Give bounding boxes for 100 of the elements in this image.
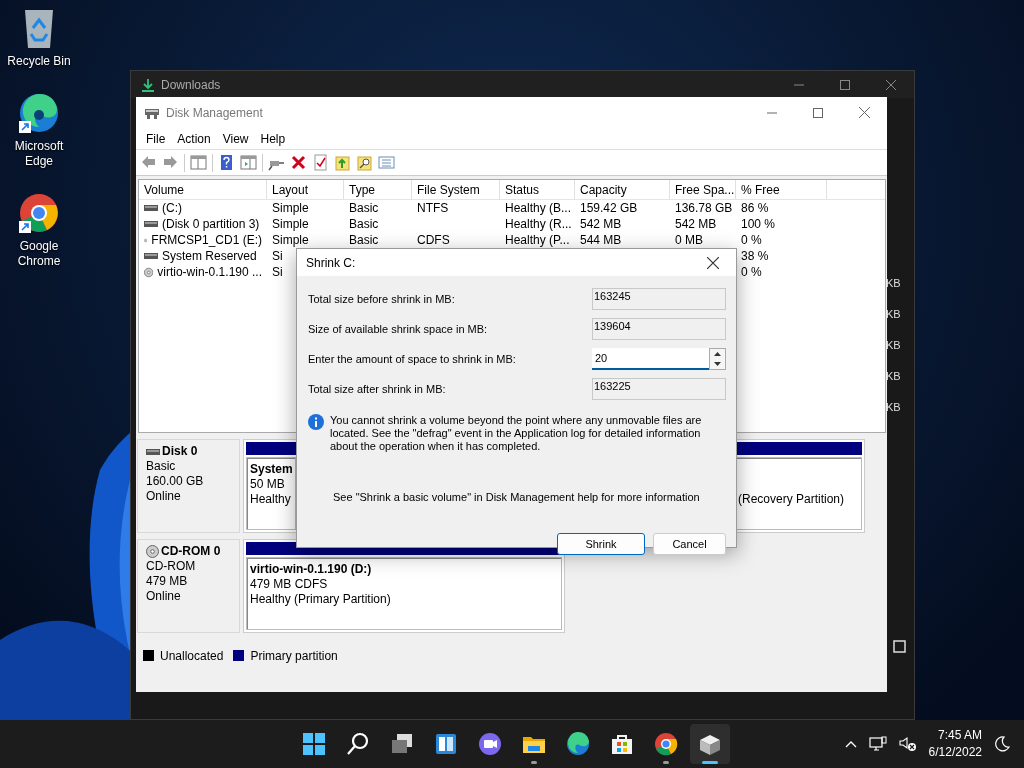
checklist-icon[interactable] [312, 154, 329, 171]
disk-type: Basic [146, 459, 177, 474]
table-cell: 136.78 GB [675, 201, 733, 215]
column-header[interactable]: Layout [267, 180, 344, 199]
disk-size: 160.00 GB [146, 474, 205, 489]
up-folder-icon[interactable] [334, 154, 351, 171]
clock-date[interactable]: 6/12/2022 [928, 744, 982, 761]
maximize-icon[interactable] [813, 107, 823, 118]
table-cell: System Reserved [162, 249, 257, 263]
table-cell: Healthy (P... [505, 233, 570, 247]
chevron-up-icon[interactable] [844, 740, 857, 748]
table-cell: 0 % [741, 265, 762, 279]
pane-icon[interactable] [190, 154, 207, 171]
shrink-button[interactable]: Shrink [557, 533, 645, 555]
view-icon[interactable] [893, 640, 906, 653]
table-cell: 159.42 GB [580, 201, 638, 215]
dialog-title: Shrink C: [306, 255, 356, 270]
partition[interactable]: System 50 MB Healthy [246, 457, 296, 530]
table-cell: 542 MB [675, 217, 717, 231]
partition[interactable]: virtio-win-0.1.190 (D:) 479 MB CDFS Healthy (Primary Partition) [246, 557, 562, 630]
browser-icon[interactable] [17, 91, 61, 135]
size-text: KB [886, 307, 902, 322]
close-icon[interactable] [886, 79, 896, 90]
column-header[interactable]: % Free [736, 180, 827, 199]
delete-icon[interactable] [290, 154, 307, 171]
clock-time[interactable]: 7:45 AM [937, 727, 982, 744]
menu-item[interactable]: View [216, 131, 255, 146]
table-cell: (C:) [162, 201, 182, 215]
size-text: KB [886, 369, 902, 384]
help-icon[interactable] [218, 154, 235, 171]
field-label: Size of available shrink space in MB: [308, 323, 489, 335]
field-label: Total size after shrink in MB: [308, 383, 447, 395]
info-icon [308, 414, 324, 430]
caret-up-icon[interactable] [714, 352, 721, 356]
help-text: See "Shrink a basic volume" in Disk Management help for more information [333, 491, 701, 503]
caret-down-icon[interactable] [714, 362, 721, 366]
readonly-field: 163245 [592, 288, 726, 310]
disk-size: 479 MB [146, 574, 189, 589]
muted-speaker-icon[interactable] [898, 736, 917, 752]
spin-down-button[interactable] [710, 359, 725, 369]
browser-icon[interactable] [564, 730, 592, 758]
close-icon[interactable] [858, 107, 870, 118]
partition[interactable]: (Recovery Partition) [734, 457, 862, 530]
browser-icon[interactable] [652, 730, 680, 758]
video-chat-icon[interactable] [476, 730, 504, 758]
table-cell: FRMCSP1_CD1 (E:) [151, 233, 262, 247]
column-header[interactable]: Status [500, 180, 575, 199]
drive-icon [144, 204, 158, 212]
readonly-field: 163225 [592, 378, 726, 400]
window-title: Downloads [161, 77, 221, 92]
table-cell: Simple [272, 201, 309, 215]
icon-label: Recycle Bin [6, 54, 72, 69]
table-cell: Basic [349, 233, 379, 247]
icon-label: Microsoft Edge [13, 139, 65, 169]
table-cell: 0 MB [675, 233, 703, 247]
cancel-button[interactable]: Cancel [653, 533, 726, 555]
table-cell: Healthy (R... [505, 217, 572, 231]
close-icon[interactable] [707, 256, 719, 269]
maximize-icon[interactable] [840, 79, 850, 90]
column-header[interactable]: Type [344, 180, 412, 199]
forward-arrow-icon[interactable] [162, 154, 179, 171]
table-cell: CDFS [417, 233, 450, 247]
table-cell: 100 % [741, 217, 776, 231]
drive-icon [146, 447, 160, 456]
column-header[interactable]: Capacity [575, 180, 670, 199]
legend-label: Primary partition [250, 648, 338, 663]
menu-item[interactable]: File [140, 131, 172, 146]
column-header[interactable]: Free Spa... [670, 180, 736, 199]
table-cell: (Disk 0 partition 3) [162, 217, 260, 231]
moon-icon[interactable] [994, 736, 1010, 752]
spin-up-button[interactable] [710, 349, 725, 359]
menu-item[interactable]: Help [254, 131, 292, 146]
disk-name: Disk 0 [162, 444, 198, 459]
size-text: KB [886, 338, 902, 353]
column-header[interactable]: Volume [139, 180, 267, 199]
search-folder-icon[interactable] [356, 154, 373, 171]
table-cell: 86 % [741, 201, 769, 215]
disk-status: Online [146, 589, 182, 604]
table-cell: 542 MB [580, 217, 622, 231]
browser-icon[interactable] [17, 191, 61, 235]
drive-icon [144, 220, 158, 228]
field-label: Total size before shrink in MB: [308, 293, 456, 305]
pane-icon[interactable] [240, 154, 257, 171]
table-cell: Healthy (B... [505, 201, 572, 215]
disk-type: CD-ROM [146, 559, 197, 574]
column-header[interactable]: File System [412, 180, 500, 199]
size-text: KB [886, 400, 902, 415]
table-cell: Basic [349, 201, 379, 215]
disk-status: Online [146, 489, 182, 504]
size-text: KB [886, 276, 902, 291]
table-cell: 0 % [741, 233, 762, 247]
input-field[interactable]: 20 [592, 348, 709, 370]
windows-logo-icon[interactable] [300, 730, 328, 758]
network-icon[interactable] [868, 736, 887, 752]
table-cell: NTFS [417, 201, 449, 215]
info-text: You cannot shrink a volume beyond the point where any unmovable files are located. See the "defrag" event in the Application log for detailed information about the operation when it has completed. [330, 414, 703, 453]
taskbar-button[interactable] [690, 724, 730, 764]
download-icon [141, 77, 155, 92]
menu-item[interactable]: Action [171, 131, 217, 146]
legend-label: Unallocated [160, 648, 224, 663]
